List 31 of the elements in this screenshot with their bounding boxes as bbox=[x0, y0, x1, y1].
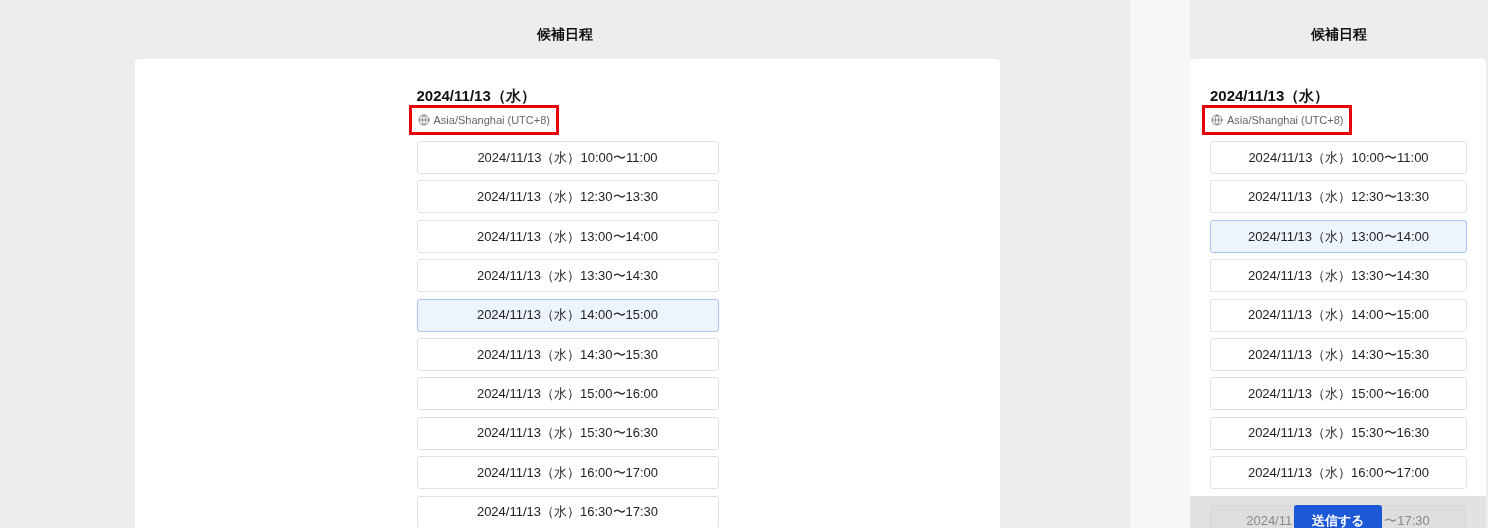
time-slot[interactable]: 2024/11/13（水）14:00〜15:00 bbox=[1210, 298, 1467, 332]
globe-icon bbox=[1211, 114, 1223, 126]
time-slot[interactable]: 2024/11/13（水）13:00〜14:00 bbox=[416, 219, 719, 253]
slot-text: 2024/11 bbox=[1246, 512, 1293, 528]
timezone-label: Asia/Shanghai (UTC+8) bbox=[1227, 112, 1344, 128]
time-slot[interactable]: 2024/11/13（水）14:30〜15:30 bbox=[1210, 337, 1467, 371]
time-slot[interactable]: 2024/11 送信する 〜17:30 bbox=[1210, 504, 1466, 528]
time-slot[interactable]: 2024/11/13（水）13:30〜14:30 bbox=[416, 259, 719, 293]
time-slot[interactable]: 2024/11/13（水）12:30〜13:30 bbox=[1210, 180, 1467, 214]
globe-icon bbox=[417, 114, 430, 126]
time-slot[interactable]: 2024/11/13（水）12:30〜13:30 bbox=[416, 180, 719, 214]
time-slot[interactable]: 2024/11/13（水）14:00〜15:00 bbox=[416, 298, 719, 332]
slot-text: 〜17:30 bbox=[1384, 512, 1430, 528]
timezone-label: Asia/Shanghai (UTC+8) bbox=[433, 112, 550, 128]
time-slot[interactable]: 2024/11/13（水）13:30〜14:30 bbox=[1210, 259, 1467, 293]
page-title: 候補日程 bbox=[1311, 25, 1367, 44]
time-slot[interactable]: 2024/11/13（水）13:00〜14:00 bbox=[1210, 219, 1467, 253]
page-title: 候補日程 bbox=[537, 25, 593, 44]
submit-button[interactable]: 送信する bbox=[1294, 505, 1383, 528]
time-slot[interactable]: 2024/11/13（水）10:00〜11:00 bbox=[1210, 141, 1467, 174]
time-slot[interactable]: 2024/11/13（水）16:00〜17:00 bbox=[1210, 456, 1467, 490]
time-slot[interactable]: 2024/11/13（水）15:30〜16:30 bbox=[1210, 416, 1467, 450]
time-slot[interactable]: 2024/11/13（水）16:00〜17:00 bbox=[416, 456, 719, 490]
time-slot[interactable]: 2024/11/13（水）10:00〜11:00 bbox=[416, 141, 719, 174]
time-slot[interactable]: 2024/11/13（水）15:00〜16:00 bbox=[416, 377, 719, 411]
time-slot[interactable]: 2024/11/13（水）15:30〜16:30 bbox=[416, 416, 719, 450]
time-slot[interactable]: 2024/11/13（水）16:30〜17:30 bbox=[416, 495, 719, 528]
time-slot[interactable]: 2024/11/13（水）15:00〜16:00 bbox=[1210, 377, 1467, 411]
time-slot[interactable]: 2024/11/13（水）14:30〜15:30 bbox=[416, 337, 719, 371]
date-heading: 2024/11/13（水） bbox=[1210, 87, 1331, 105]
date-heading: 2024/11/13（水） bbox=[416, 87, 537, 105]
